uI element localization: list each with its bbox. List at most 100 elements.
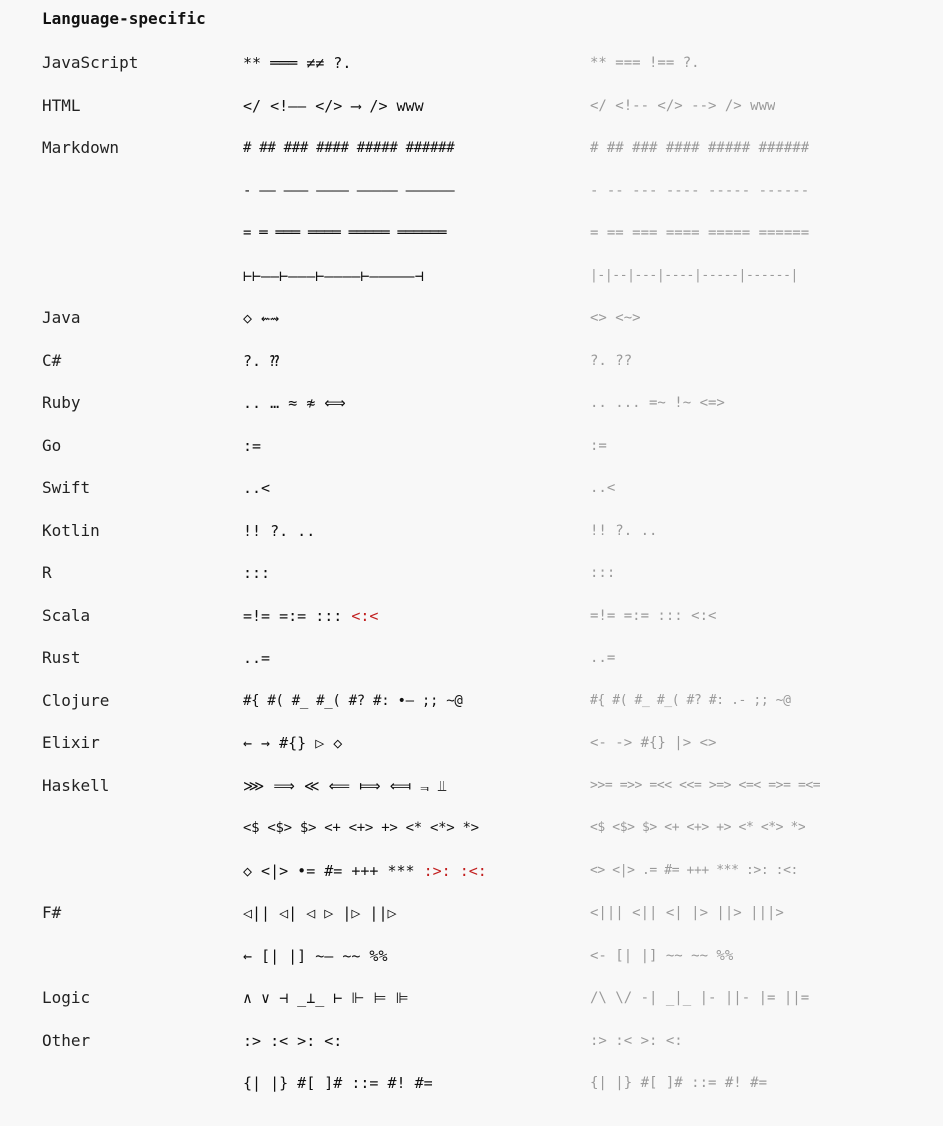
plain-text-sample: =!= =:= ::: <:< — [590, 607, 717, 624]
ligature-text: {| |} #[ ]# ::= #! #= — [243, 1074, 433, 1092]
table-row: HTML </ <!—— </> ⟶ /> www </ <!-- </> --> … — [0, 85, 943, 127]
table-row: JavaScript ** ═══ ≠≠ ?. ** === !== ?. — [0, 42, 943, 84]
table-row: - –– ——— ———— ————— —————— - -- --- ---- … — [0, 170, 943, 212]
ligature-text: ** ═══ ≠≠ ?. — [243, 54, 352, 72]
plain-text-sample: !! ?. .. — [590, 522, 658, 539]
table-row: Scala =!= =:= ::: <:< =!= =:= ::: <:< — [0, 595, 943, 637]
plain-text-sample: .. ... =~ !~ <=> — [590, 395, 725, 411]
ligature-sample: ?. ⁇ — [243, 340, 279, 382]
table-row: Markdown # ## ### #### ##### ###### # ## #… — [0, 127, 943, 169]
ligature-text: - –– ——— ———— ————— —————— — [243, 182, 455, 199]
plain-text-sample: ?. ?? — [590, 352, 633, 369]
table-row: Ruby .. … ≈ ≉ ⟺ .. ... =~ !~ <=> — [0, 382, 943, 424]
table-row: F# ◁|| ◁| ◁ ▷ |▷ ||▷ <||| <|| <| |> ||> ||… — [0, 892, 943, 934]
ligature-text: =!= =:= ::: — [243, 606, 343, 625]
table-row: Go:=:= — [0, 425, 943, 467]
plain-text-sample: <- [| |] ~~ ~~ %% — [590, 947, 734, 964]
ligature-sample: ◁|| ◁| ◁ ▷ |▷ ||▷ — [243, 892, 397, 934]
table-row: ⊢⊢——⊢———⊢————⊢—————⊣ |-|--|---|----|-----… — [0, 255, 943, 297]
plain-text-sample: <- -> #{} |> <> — [590, 735, 717, 751]
ligature-sample: .. … ≈ ≉ ⟺ — [243, 382, 346, 424]
highlighted-ligature-text: <:< — [342, 606, 379, 625]
language-label: Scala — [42, 605, 91, 625]
ligature-text: ::: — [243, 564, 271, 582]
table-row: Clojure #{ #( #_ #_( #? #: •– ;; ~@ #{ #( … — [0, 680, 943, 722]
ligature-text: ← [| |] ~– ~~ %% — [243, 946, 388, 965]
plain-text-sample: - -- --- ---- ----- ------ — [590, 182, 810, 199]
ligature-sample: ** ═══ ≠≠ ?. — [243, 42, 351, 84]
table-row: Java ◇ ⇜⇝ <> <~> — [0, 297, 943, 339]
table-row: ← [| |] ~– ~~ %% <- [| |] ~~ ~~ %% — [0, 935, 943, 977]
plain-text-sample: >>= =>> =<< <<= >=> <=< =>= =<= — [590, 777, 821, 793]
table-row: C# ?. ⁇ ?. ?? — [0, 340, 943, 382]
ligature-sample: := — [243, 425, 261, 467]
table-row: <$ <$> $> <+ <+> +> <* <*> *> <$ <$> $> <… — [0, 807, 943, 849]
language-label: Markdown — [42, 138, 120, 157]
ligature-sample: ∧ ∨ ⊣ _⊥_ ⊢ ⊩ ⊨ ⊫ — [243, 977, 409, 1019]
plain-text-sample: ** === !== ?. — [590, 55, 700, 71]
ligature-sample: - –– ——— ———— ————— —————— — [243, 170, 455, 212]
language-label: Rust — [42, 648, 81, 667]
ligature-sample: ⊢⊢——⊢———⊢————⊢—————⊣ — [243, 255, 424, 297]
plain-text-sample: ..< — [590, 480, 616, 496]
table-row: Haskell ⋙ ⟹ ≪ ⟸ ⟾ ⟽ ⫬ ⫫ >>= =>> =<< <<= >=… — [0, 765, 943, 807]
section-title: Language-specific — [42, 9, 206, 28]
ligature-sample: {| |} #[ ]# ::= #! #= — [243, 1062, 433, 1104]
ligature-text: ← → #{} ▷ ◇ — [243, 734, 343, 752]
ligature-reference-page: Language-specific JavaScript ** ═══ ≠≠ ?.… — [0, 0, 943, 1126]
table-row: Rust ..= ..= — [0, 637, 943, 679]
language-label: Go — [42, 435, 62, 455]
table-row: Swift ..< ..< — [0, 467, 943, 509]
table-row: Kotlin !! ?. .. !! ?. .. — [0, 510, 943, 552]
language-label: F# — [42, 903, 62, 922]
ligature-text: # ## ### #### ##### ###### — [243, 140, 455, 156]
language-label: Logic — [42, 988, 91, 1007]
ligature-sample: ⋙ ⟹ ≪ ⟸ ⟾ ⟽ ⫬ ⫫ — [243, 765, 446, 807]
ligature-sample: ◇ ⇜⇝ — [243, 297, 279, 339]
table-row: {| |} #[ ]# ::= #! #= {| |} #[ ]# ::= #! … — [0, 1062, 943, 1104]
ligature-sample: <$ <$> $> <+ <+> +> <* <*> *> — [243, 807, 479, 849]
ligature-text: <$ <$> $> <+ <+> +> <* <*> *> — [243, 820, 479, 836]
table-row: ◇ <|> •= #= +++ *** :>: :<: <> <|> .= #= … — [0, 850, 943, 892]
table-row: Logic ∧ ∨ ⊣ _⊥_ ⊢ ⊩ ⊨ ⊫ /\ \/ -| _|_ |- ||… — [0, 977, 943, 1019]
ligature-text: </ <!—— </> ⟶ /> www — [243, 96, 424, 115]
ligature-text: :> :< >: <: — [243, 1031, 343, 1050]
ligature-sample: ← [| |] ~– ~~ %% — [243, 935, 388, 977]
language-label: HTML — [42, 95, 81, 115]
ligature-text: ⊢⊢——⊢———⊢————⊢—————⊣ — [243, 266, 424, 285]
plain-text-sample: <$ <$> $> <+ <+> +> <* <*> *> — [590, 820, 806, 835]
language-label: Clojure — [42, 690, 110, 710]
ligature-sample: ..= — [243, 637, 270, 679]
ligature-sample: </ <!—— </> ⟶ /> www — [243, 85, 424, 127]
ligature-text: ∧ ∨ ⊣ _⊥_ ⊢ ⊩ ⊨ ⊫ — [243, 989, 409, 1007]
ligature-sample: ← → #{} ▷ ◇ — [243, 722, 342, 764]
ligature-text: ?. ⁇ — [243, 351, 280, 370]
table-row: Elixir ← → #{} ▷ ◇ <- -> #{} |> <> — [0, 722, 943, 764]
ligature-sample: = ═ ═══ ════ ═════ ══════ — [243, 212, 447, 254]
plain-text-sample: {| |} #[ ]# ::= #! #= — [590, 1075, 768, 1091]
ligature-text: ◇ ⇜⇝ — [243, 309, 280, 327]
ligature-text: .. … ≈ ≉ ⟺ — [243, 394, 346, 412]
language-label: Other — [42, 1030, 91, 1050]
plain-text-sample: <||| <|| <| |> ||> |||> — [590, 905, 784, 921]
plain-text-sample: </ <!-- </> --> /> www — [590, 97, 776, 114]
language-label: Java — [42, 308, 81, 327]
plain-text-sample: ..= — [590, 650, 616, 666]
ligature-sample: !! ?. .. — [243, 510, 315, 552]
ligature-sample: ◇ <|> •= #= +++ *** :>: :<: — [243, 850, 487, 892]
ligature-sample: ..< — [243, 467, 270, 509]
table-row: = ═ ═══ ════ ═════ ══════ = == === ==== =… — [0, 212, 943, 254]
ligature-sample: =!= =:= ::: <:< — [243, 595, 378, 637]
table-row: R:::::: — [0, 552, 943, 594]
language-label: Elixir — [42, 733, 100, 752]
plain-text-sample: ::: — [590, 565, 616, 581]
plain-text-sample: #{ #( #_ #_( #? #: .- ;; ~@ — [590, 692, 791, 708]
language-label: R — [42, 563, 52, 582]
ligature-text: = ═ ═══ ════ ═════ ══════ — [243, 225, 447, 241]
ligature-text: !! ?. .. — [243, 521, 316, 540]
plain-text-sample: # ## ### #### ##### ###### — [590, 140, 810, 156]
language-label: JavaScript — [42, 53, 139, 72]
plain-text-sample: <> <~> — [590, 310, 641, 326]
ligature-text: ◇ <|> •= #= +++ *** — [243, 861, 424, 880]
language-label: Swift — [42, 478, 91, 497]
